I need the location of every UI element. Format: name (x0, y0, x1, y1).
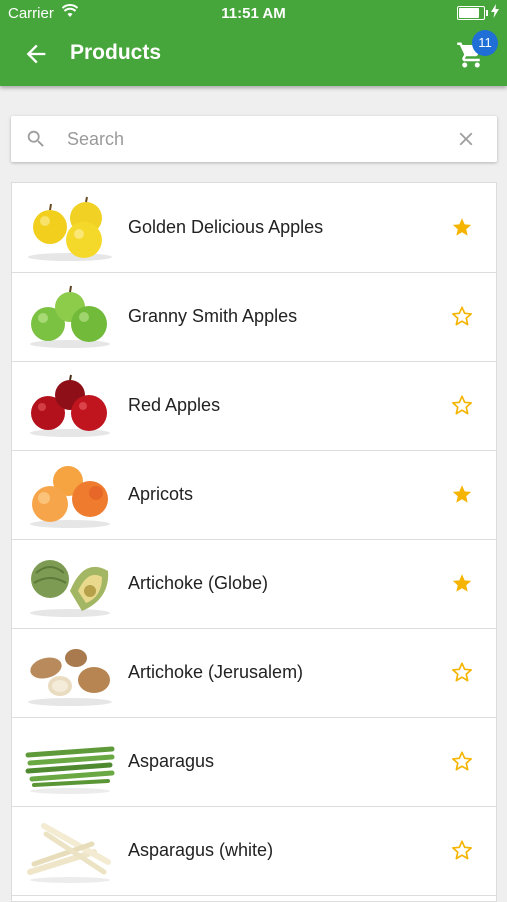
apricots-thumbnail (30, 466, 110, 528)
search-input[interactable] (65, 124, 429, 154)
page-title: Products (70, 41, 162, 64)
product-row[interactable]: Golden Delicious Apples (12, 183, 496, 273)
product-row[interactable]: Asparagus (12, 717, 496, 807)
back-button[interactable] (22, 40, 50, 68)
star-outline-icon[interactable] (451, 839, 473, 861)
red-apples-thumbnail (30, 374, 110, 437)
product-row[interactable]: Artichoke (Globe) (12, 539, 496, 629)
star-outline-icon[interactable] (451, 750, 473, 772)
product-row[interactable]: Apricots (12, 450, 496, 540)
product-name: Red Apples (128, 395, 221, 415)
product-row[interactable]: Asparagus (white) (12, 806, 496, 896)
search-bar (11, 116, 497, 162)
app-bar: Carrier 11:51 AM Products 11 (0, 0, 507, 86)
product-row[interactable]: Artichoke (Jerusalem) (12, 628, 496, 718)
product-row[interactable]: Granny Smith Apples (12, 272, 496, 362)
jerusalem-artichoke-thumbnail (28, 649, 112, 706)
product-name: Granny Smith Apples (128, 306, 298, 326)
star-outline-icon[interactable] (451, 305, 473, 327)
product-name: Artichoke (Jerusalem) (128, 662, 304, 682)
clear-search-button[interactable] (455, 128, 477, 155)
toolbar: Products (0, 26, 507, 82)
star-filled-icon[interactable] (451, 216, 473, 238)
globe-artichoke-thumbnail (30, 560, 110, 617)
white-asparagus-thumbnail (27, 823, 111, 883)
asparagus-thumbnail (25, 746, 115, 794)
product-name: Asparagus (128, 751, 215, 771)
product-name: Golden Delicious Apples (128, 217, 324, 237)
star-filled-icon[interactable] (451, 572, 473, 594)
product-row[interactable]: Red Apples (12, 361, 496, 451)
star-outline-icon[interactable] (451, 394, 473, 416)
close-icon (459, 132, 473, 146)
battery-icon (457, 6, 488, 20)
golden-apples-thumbnail (28, 196, 112, 261)
cart-count-badge: 11 (472, 30, 498, 56)
arrow-left-icon (26, 44, 46, 64)
product-name: Apricots (128, 484, 194, 504)
status-bar: Carrier 11:51 AM (0, 0, 507, 26)
product-list: Golden Delicious Apples Granny Smith App… (11, 182, 497, 902)
granny-smith-apples-thumbnail (30, 285, 110, 348)
clock: 11:51 AM (221, 5, 286, 22)
star-filled-icon[interactable] (451, 483, 473, 505)
product-name: Asparagus (white) (128, 840, 274, 860)
search-icon (25, 128, 47, 155)
charging-icon (491, 4, 499, 22)
product-name: Artichoke (Globe) (128, 573, 269, 593)
star-outline-icon[interactable] (451, 661, 473, 683)
